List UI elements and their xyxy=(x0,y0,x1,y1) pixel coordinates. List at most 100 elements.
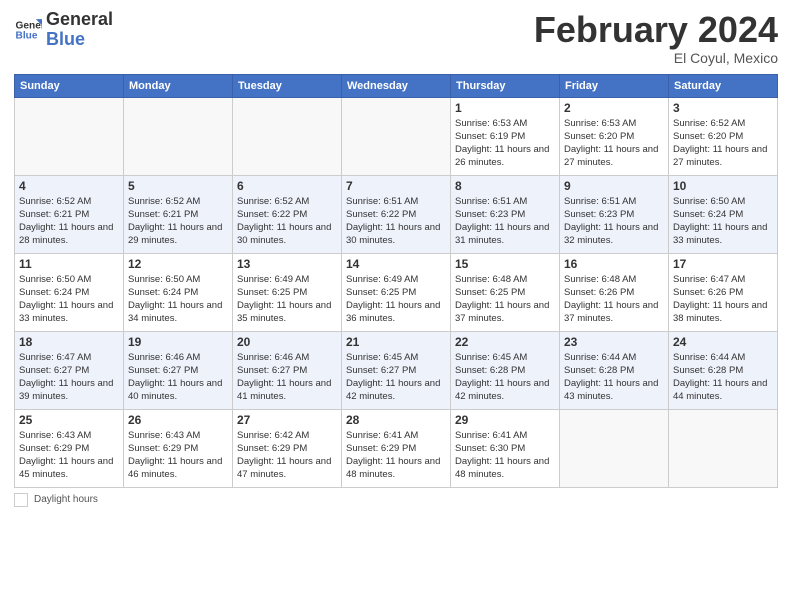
day-number: 1 xyxy=(455,101,555,115)
day-number: 21 xyxy=(346,335,446,349)
day-info: Sunrise: 6:52 AM Sunset: 6:20 PM Dayligh… xyxy=(673,117,773,170)
day-number: 22 xyxy=(455,335,555,349)
day-number: 2 xyxy=(564,101,664,115)
calendar-day-cell xyxy=(124,97,233,175)
day-info: Sunrise: 6:49 AM Sunset: 6:25 PM Dayligh… xyxy=(237,273,337,326)
day-info: Sunrise: 6:52 AM Sunset: 6:21 PM Dayligh… xyxy=(128,195,228,248)
calendar-day-header: Thursday xyxy=(451,74,560,97)
day-number: 14 xyxy=(346,257,446,271)
day-info: Sunrise: 6:50 AM Sunset: 6:24 PM Dayligh… xyxy=(673,195,773,248)
calendar-day-cell: 25 Sunrise: 6:43 AM Sunset: 6:29 PM Dayli… xyxy=(15,409,124,487)
calendar-day-cell: 12 Sunrise: 6:50 AM Sunset: 6:24 PM Dayli… xyxy=(124,253,233,331)
calendar-day-cell: 1 Sunrise: 6:53 AM Sunset: 6:19 PM Daylig… xyxy=(451,97,560,175)
day-number: 28 xyxy=(346,413,446,427)
calendar-day-cell: 4Sunrise: 6:52 AM Sunset: 6:21 PM Daylig… xyxy=(15,175,124,253)
month-title: February 2024 xyxy=(534,10,778,50)
day-info: Sunrise: 6:43 AM Sunset: 6:29 PM Dayligh… xyxy=(19,429,119,482)
logo-icon: General Blue xyxy=(14,16,42,44)
day-info: Sunrise: 6:47 AM Sunset: 6:27 PM Dayligh… xyxy=(19,351,119,404)
calendar-day-cell: 7Sunrise: 6:51 AM Sunset: 6:22 PM Daylig… xyxy=(342,175,451,253)
calendar-day-cell: 2 Sunrise: 6:53 AM Sunset: 6:20 PM Daylig… xyxy=(560,97,669,175)
legend-box xyxy=(14,493,28,507)
calendar-day-cell: 14 Sunrise: 6:49 AM Sunset: 6:25 PM Dayli… xyxy=(342,253,451,331)
day-number: 20 xyxy=(237,335,337,349)
day-info: Sunrise: 6:46 AM Sunset: 6:27 PM Dayligh… xyxy=(237,351,337,404)
day-number: 18 xyxy=(19,335,119,349)
calendar-day-cell: 13 Sunrise: 6:49 AM Sunset: 6:25 PM Dayli… xyxy=(233,253,342,331)
calendar-day-cell: 29Sunrise: 6:41 AM Sunset: 6:30 PM Dayli… xyxy=(451,409,560,487)
day-info: Sunrise: 6:47 AM Sunset: 6:26 PM Dayligh… xyxy=(673,273,773,326)
title-block: February 2024 El Coyul, Mexico xyxy=(534,10,778,66)
calendar-day-cell: 10 Sunrise: 6:50 AM Sunset: 6:24 PM Dayli… xyxy=(669,175,778,253)
calendar-day-cell: 16 Sunrise: 6:48 AM Sunset: 6:26 PM Dayli… xyxy=(560,253,669,331)
day-info: Sunrise: 6:48 AM Sunset: 6:26 PM Dayligh… xyxy=(564,273,664,326)
day-number: 23 xyxy=(564,335,664,349)
day-number: 13 xyxy=(237,257,337,271)
day-info: Sunrise: 6:53 AM Sunset: 6:20 PM Dayligh… xyxy=(564,117,664,170)
legend: Daylight hours xyxy=(14,493,778,507)
day-info: Sunrise: 6:52 AM Sunset: 6:22 PM Dayligh… xyxy=(237,195,337,248)
day-number: 8 xyxy=(455,179,555,193)
calendar-day-cell xyxy=(669,409,778,487)
logo-text: General Blue xyxy=(46,10,113,50)
logo: General Blue General Blue xyxy=(14,10,113,50)
day-number: 12 xyxy=(128,257,228,271)
day-number: 5 xyxy=(128,179,228,193)
logo-line1: General xyxy=(46,10,113,30)
svg-text:Blue: Blue xyxy=(16,30,38,41)
day-info: Sunrise: 6:41 AM Sunset: 6:29 PM Dayligh… xyxy=(346,429,446,482)
calendar-week-row: 18 Sunrise: 6:47 AM Sunset: 6:27 PM Dayli… xyxy=(15,331,778,409)
day-info: Sunrise: 6:50 AM Sunset: 6:24 PM Dayligh… xyxy=(19,273,119,326)
calendar-day-cell: 17Sunrise: 6:47 AM Sunset: 6:26 PM Dayli… xyxy=(669,253,778,331)
location-subtitle: El Coyul, Mexico xyxy=(534,50,778,66)
day-number: 19 xyxy=(128,335,228,349)
day-number: 16 xyxy=(564,257,664,271)
calendar-header-row: SundayMondayTuesdayWednesdayThursdayFrid… xyxy=(15,74,778,97)
calendar-day-header: Monday xyxy=(124,74,233,97)
day-info: Sunrise: 6:43 AM Sunset: 6:29 PM Dayligh… xyxy=(128,429,228,482)
day-info: Sunrise: 6:51 AM Sunset: 6:23 PM Dayligh… xyxy=(564,195,664,248)
calendar-day-cell: 20 Sunrise: 6:46 AM Sunset: 6:27 PM Dayli… xyxy=(233,331,342,409)
calendar-week-row: 4 Sunrise: 6:52 AM Sunset: 6:21 PM Daylig… xyxy=(15,175,778,253)
day-number: 3 xyxy=(673,101,773,115)
calendar-day-cell xyxy=(15,97,124,175)
calendar-day-cell: 26 Sunrise: 6:43 AM Sunset: 6:29 PM Dayli… xyxy=(124,409,233,487)
day-info: Sunrise: 6:44 AM Sunset: 6:28 PM Dayligh… xyxy=(564,351,664,404)
calendar-day-cell: 9Sunrise: 6:51 AM Sunset: 6:23 PM Daylig… xyxy=(560,175,669,253)
calendar-day-cell: 5 Sunrise: 6:52 AM Sunset: 6:21 PM Daylig… xyxy=(124,175,233,253)
calendar-day-cell: 15Sunrise: 6:48 AM Sunset: 6:25 PM Dayli… xyxy=(451,253,560,331)
calendar-table: SundayMondayTuesdayWednesdayThursdayFrid… xyxy=(14,74,778,488)
calendar-day-cell: 22 Sunrise: 6:45 AM Sunset: 6:28 PM Dayli… xyxy=(451,331,560,409)
day-number: 24 xyxy=(673,335,773,349)
calendar-day-header: Tuesday xyxy=(233,74,342,97)
day-number: 27 xyxy=(237,413,337,427)
calendar-week-row: 1 Sunrise: 6:53 AM Sunset: 6:19 PM Daylig… xyxy=(15,97,778,175)
calendar-day-header: Friday xyxy=(560,74,669,97)
day-info: Sunrise: 6:51 AM Sunset: 6:22 PM Dayligh… xyxy=(346,195,446,248)
day-info: Sunrise: 6:45 AM Sunset: 6:28 PM Dayligh… xyxy=(455,351,555,404)
calendar-day-cell: 19Sunrise: 6:46 AM Sunset: 6:27 PM Dayli… xyxy=(124,331,233,409)
calendar-day-header: Saturday xyxy=(669,74,778,97)
legend-label: Daylight hours xyxy=(34,494,98,505)
calendar-day-cell: 11 Sunrise: 6:50 AM Sunset: 6:24 PM Dayli… xyxy=(15,253,124,331)
calendar-day-cell xyxy=(342,97,451,175)
calendar-day-cell: 18 Sunrise: 6:47 AM Sunset: 6:27 PM Dayli… xyxy=(15,331,124,409)
day-info: Sunrise: 6:53 AM Sunset: 6:19 PM Dayligh… xyxy=(455,117,555,170)
day-number: 6 xyxy=(237,179,337,193)
day-number: 26 xyxy=(128,413,228,427)
day-info: Sunrise: 6:49 AM Sunset: 6:25 PM Dayligh… xyxy=(346,273,446,326)
day-info: Sunrise: 6:50 AM Sunset: 6:24 PM Dayligh… xyxy=(128,273,228,326)
calendar-day-cell: 21Sunrise: 6:45 AM Sunset: 6:27 PM Dayli… xyxy=(342,331,451,409)
day-number: 10 xyxy=(673,179,773,193)
day-number: 11 xyxy=(19,257,119,271)
day-info: Sunrise: 6:41 AM Sunset: 6:30 PM Dayligh… xyxy=(455,429,555,482)
day-number: 25 xyxy=(19,413,119,427)
day-number: 4 xyxy=(19,179,119,193)
calendar-day-cell: 27 Sunrise: 6:42 AM Sunset: 6:29 PM Dayli… xyxy=(233,409,342,487)
calendar-day-cell xyxy=(233,97,342,175)
page-header: General Blue General Blue February 2024 … xyxy=(14,10,778,66)
calendar-week-row: 11 Sunrise: 6:50 AM Sunset: 6:24 PM Dayli… xyxy=(15,253,778,331)
day-info: Sunrise: 6:42 AM Sunset: 6:29 PM Dayligh… xyxy=(237,429,337,482)
calendar-day-header: Sunday xyxy=(15,74,124,97)
calendar-day-cell xyxy=(560,409,669,487)
